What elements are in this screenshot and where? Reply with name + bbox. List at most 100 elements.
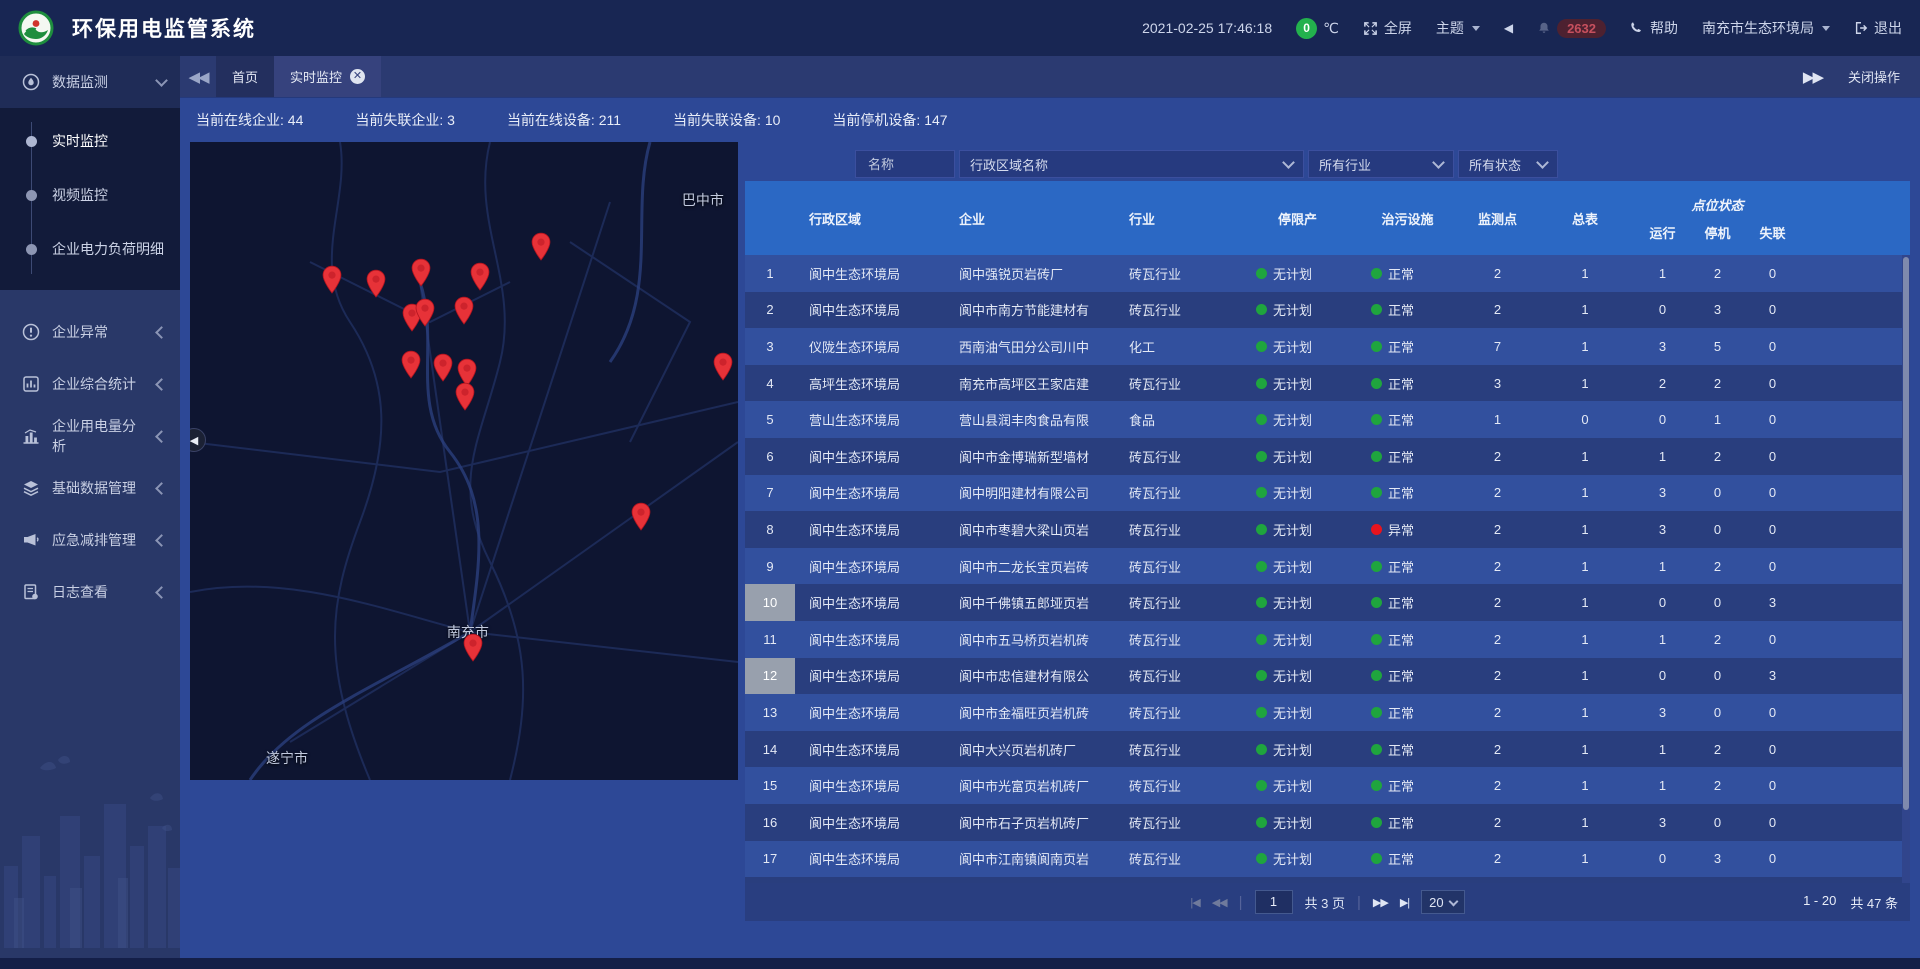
- sidebar-item-power-analysis[interactable]: 企业用电量分析: [0, 410, 180, 462]
- table-row[interactable]: 14 阆中生态环境局 阆中大兴页岩机砖厂 砖瓦行业 无计划 正常 2 1: [745, 731, 1910, 768]
- map-pin-icon[interactable]: [454, 297, 475, 326]
- map-pin-icon[interactable]: [631, 503, 652, 532]
- notifications-button[interactable]: 2632: [1537, 19, 1606, 38]
- table-row[interactable]: 1 阆中生态环境局 阆中强锐页岩砖厂 砖瓦行业 无计划 正常 2 1: [745, 255, 1910, 292]
- map-pin-icon[interactable]: [365, 269, 386, 298]
- table-row[interactable]: 11 阆中生态环境局 阆中市五马桥页岩机砖 砖瓦行业 无计划 正常 2 1: [745, 621, 1910, 658]
- first-page-button[interactable]: |◀: [1190, 896, 1199, 909]
- column-running: 运行: [1635, 223, 1690, 242]
- sidebar-item-enterprise-statistics[interactable]: 企业综合统计: [0, 358, 180, 410]
- table-row[interactable]: 3 仪陇生态环境局 西南油气田分公司川中 化工 无计划 正常 7 1: [745, 328, 1910, 365]
- tabs-scroll-left-button[interactable]: ◀◀: [180, 56, 216, 97]
- map-pin-icon[interactable]: [455, 382, 476, 411]
- row-index: 14: [745, 731, 795, 768]
- map-pin-icon[interactable]: [415, 298, 436, 327]
- cell-treatment-status: 正常: [1355, 703, 1460, 722]
- tab-realtime-monitor[interactable]: 实时监控 ✕: [274, 56, 381, 97]
- map-pin-icon[interactable]: [531, 232, 552, 261]
- sidebar-item-emergency-reduction[interactable]: 应急减排管理: [0, 514, 180, 566]
- column-production: 停限产: [1240, 209, 1355, 228]
- table-row[interactable]: 6 阆中生态环境局 阆中市金博瑞新型墙材 砖瓦行业 无计划 正常 2 1: [745, 438, 1910, 475]
- page-number-input[interactable]: 1: [1255, 890, 1293, 914]
- status-dot: [1371, 744, 1382, 755]
- map-pin-icon[interactable]: [321, 265, 342, 294]
- table-row[interactable]: 15 阆中生态环境局 阆中市光富页岩机砖厂 砖瓦行业 无计划 正常 2 1: [745, 767, 1910, 804]
- notification-badge: 2632: [1557, 19, 1606, 38]
- map-pin-icon[interactable]: [433, 353, 454, 382]
- cell-production-status: 无计划: [1240, 374, 1355, 393]
- row-index: 7: [745, 475, 795, 512]
- table-row[interactable]: 8 阆中生态环境局 阆中市枣碧大梁山页岩 砖瓦行业 无计划 异常 2 1: [745, 511, 1910, 548]
- map-pin-icon[interactable]: [400, 350, 421, 379]
- enterprise-table: 行政区域 企业 行业 停限产 治污设施 监测点 总表 点位状态 运行 停机 失联: [745, 181, 1910, 921]
- cell-stopped: 0: [1690, 522, 1745, 537]
- next-page-button[interactable]: ▶▶: [1373, 896, 1388, 909]
- column-total-meter: 总表: [1535, 209, 1635, 228]
- table-row[interactable]: 16 阆中生态环境局 阆中市石子页岩机砖厂 砖瓦行业 无计划 正常 2 1: [745, 804, 1910, 841]
- sidebar-item-power-load-detail[interactable]: 企业电力负荷明细: [0, 222, 180, 276]
- table-row[interactable]: 7 阆中生态环境局 阆中明阳建材有限公司 砖瓦行业 无计划 正常 2 1: [745, 475, 1910, 512]
- scrollbar-thumb[interactable]: [1903, 257, 1909, 810]
- layers-icon: [22, 479, 40, 497]
- prev-page-button[interactable]: ◀◀: [1212, 896, 1227, 909]
- name-filter-field[interactable]: [855, 150, 955, 178]
- row-index: 4: [745, 365, 795, 402]
- cell-treatment-status: 正常: [1355, 813, 1460, 832]
- cell-running: 3: [1635, 705, 1690, 720]
- cell-production-status: 无计划: [1240, 849, 1355, 868]
- table-row[interactable]: 13 阆中生态环境局 阆中市金福旺页岩机砖 砖瓦行业 无计划 正常 2 1: [745, 694, 1910, 731]
- table-row[interactable]: 10 阆中生态环境局 阆中千佛镇五郎垭页岩 砖瓦行业 无计划 正常 2 1: [745, 584, 1910, 621]
- table-row[interactable]: 4 高坪生态环境局 南充市高坪区王家店建 砖瓦行业 无计划 正常 3 1: [745, 365, 1910, 402]
- column-industry: 行业: [1115, 209, 1240, 228]
- chevron-left-icon: [155, 482, 168, 495]
- tab-home[interactable]: 首页: [216, 56, 274, 97]
- cell-offline: 0: [1745, 339, 1800, 354]
- cell-total-meter: 1: [1535, 742, 1635, 757]
- map-pin-icon[interactable]: [411, 258, 432, 287]
- help-button[interactable]: 帮助: [1630, 18, 1678, 38]
- sidebar-item-video-monitor[interactable]: 视频监控: [0, 168, 180, 222]
- cell-running: 0: [1635, 302, 1690, 317]
- theme-dropdown[interactable]: 主题: [1436, 18, 1480, 38]
- divider: |: [1239, 894, 1243, 911]
- table-row[interactable]: 17 阆中生态环境局 阆中市江南镇阆南页岩 砖瓦行业 无计划 正常 2 1: [745, 841, 1910, 878]
- table-row[interactable]: 5 营山生态环境局 营山县润丰肉食品有限 食品 无计划 正常 1 0: [745, 401, 1910, 438]
- status-dot: [1256, 670, 1267, 681]
- tabs-scroll-right-button[interactable]: ▶▶: [1803, 68, 1822, 86]
- sidebar-item-enterprise-abnormal[interactable]: 企业异常: [0, 306, 180, 358]
- sidebar-item-base-data[interactable]: 基础数据管理: [0, 462, 180, 514]
- map-pin-icon[interactable]: [462, 633, 483, 662]
- page-size-select[interactable]: 20: [1421, 890, 1464, 914]
- status-filter-select[interactable]: 所有状态: [1458, 150, 1558, 178]
- cell-treatment-status: 正常: [1355, 776, 1460, 795]
- map-pin-icon[interactable]: [469, 262, 490, 291]
- pagination-bar: |◀ ◀◀ | 1 共 3 页 | ▶▶ ▶| 20 1 - 20 共 47 条: [745, 883, 1910, 921]
- fullscreen-button[interactable]: 全屏: [1363, 18, 1412, 38]
- sidebar-item-log-view[interactable]: 日志查看: [0, 566, 180, 618]
- org-dropdown[interactable]: 南充市生态环境局: [1702, 18, 1830, 38]
- column-enterprise: 企业: [945, 209, 1115, 228]
- sidebar-item-data-monitor[interactable]: 数据监测: [0, 56, 180, 108]
- status-dot: [1371, 670, 1382, 681]
- close-icon[interactable]: ✕: [350, 69, 365, 84]
- cell-region: 阆中生态环境局: [795, 740, 945, 759]
- logout-button[interactable]: 退出: [1854, 18, 1902, 38]
- log-file-icon: [22, 583, 40, 601]
- industry-filter-select[interactable]: 所有行业: [1308, 150, 1454, 178]
- table-header: 行政区域 企业 行业 停限产 治污设施 监测点 总表 点位状态 运行 停机 失联: [745, 181, 1910, 255]
- table-scrollbar[interactable]: [1902, 255, 1910, 883]
- map-panel[interactable]: 巴中市 南充市 遂宁市: [190, 142, 738, 780]
- cell-running: 2: [1635, 376, 1690, 391]
- chevron-down-icon: [1536, 156, 1549, 169]
- region-filter-select[interactable]: 行政区域名称: [959, 150, 1304, 178]
- table-row[interactable]: 2 阆中生态环境局 阆中市南方节能建材有 砖瓦行业 无计划 正常 2 1: [745, 292, 1910, 329]
- cell-enterprise: 阆中市枣碧大梁山页岩: [945, 520, 1115, 539]
- sidebar-item-realtime-monitor[interactable]: 实时监控: [0, 114, 180, 168]
- mute-button[interactable]: ◀: [1504, 21, 1513, 35]
- last-page-button[interactable]: ▶|: [1400, 896, 1409, 909]
- close-operations-dropdown[interactable]: 关闭操作: [1848, 67, 1900, 86]
- table-row[interactable]: 12 阆中生态环境局 阆中市忠信建材有限公 砖瓦行业 无计划 正常 2 1: [745, 658, 1910, 695]
- table-row[interactable]: 9 阆中生态环境局 阆中市二龙长宝页岩砖 砖瓦行业 无计划 正常 2 1: [745, 548, 1910, 585]
- name-filter-input[interactable]: [866, 156, 944, 173]
- map-pin-icon[interactable]: [713, 352, 734, 381]
